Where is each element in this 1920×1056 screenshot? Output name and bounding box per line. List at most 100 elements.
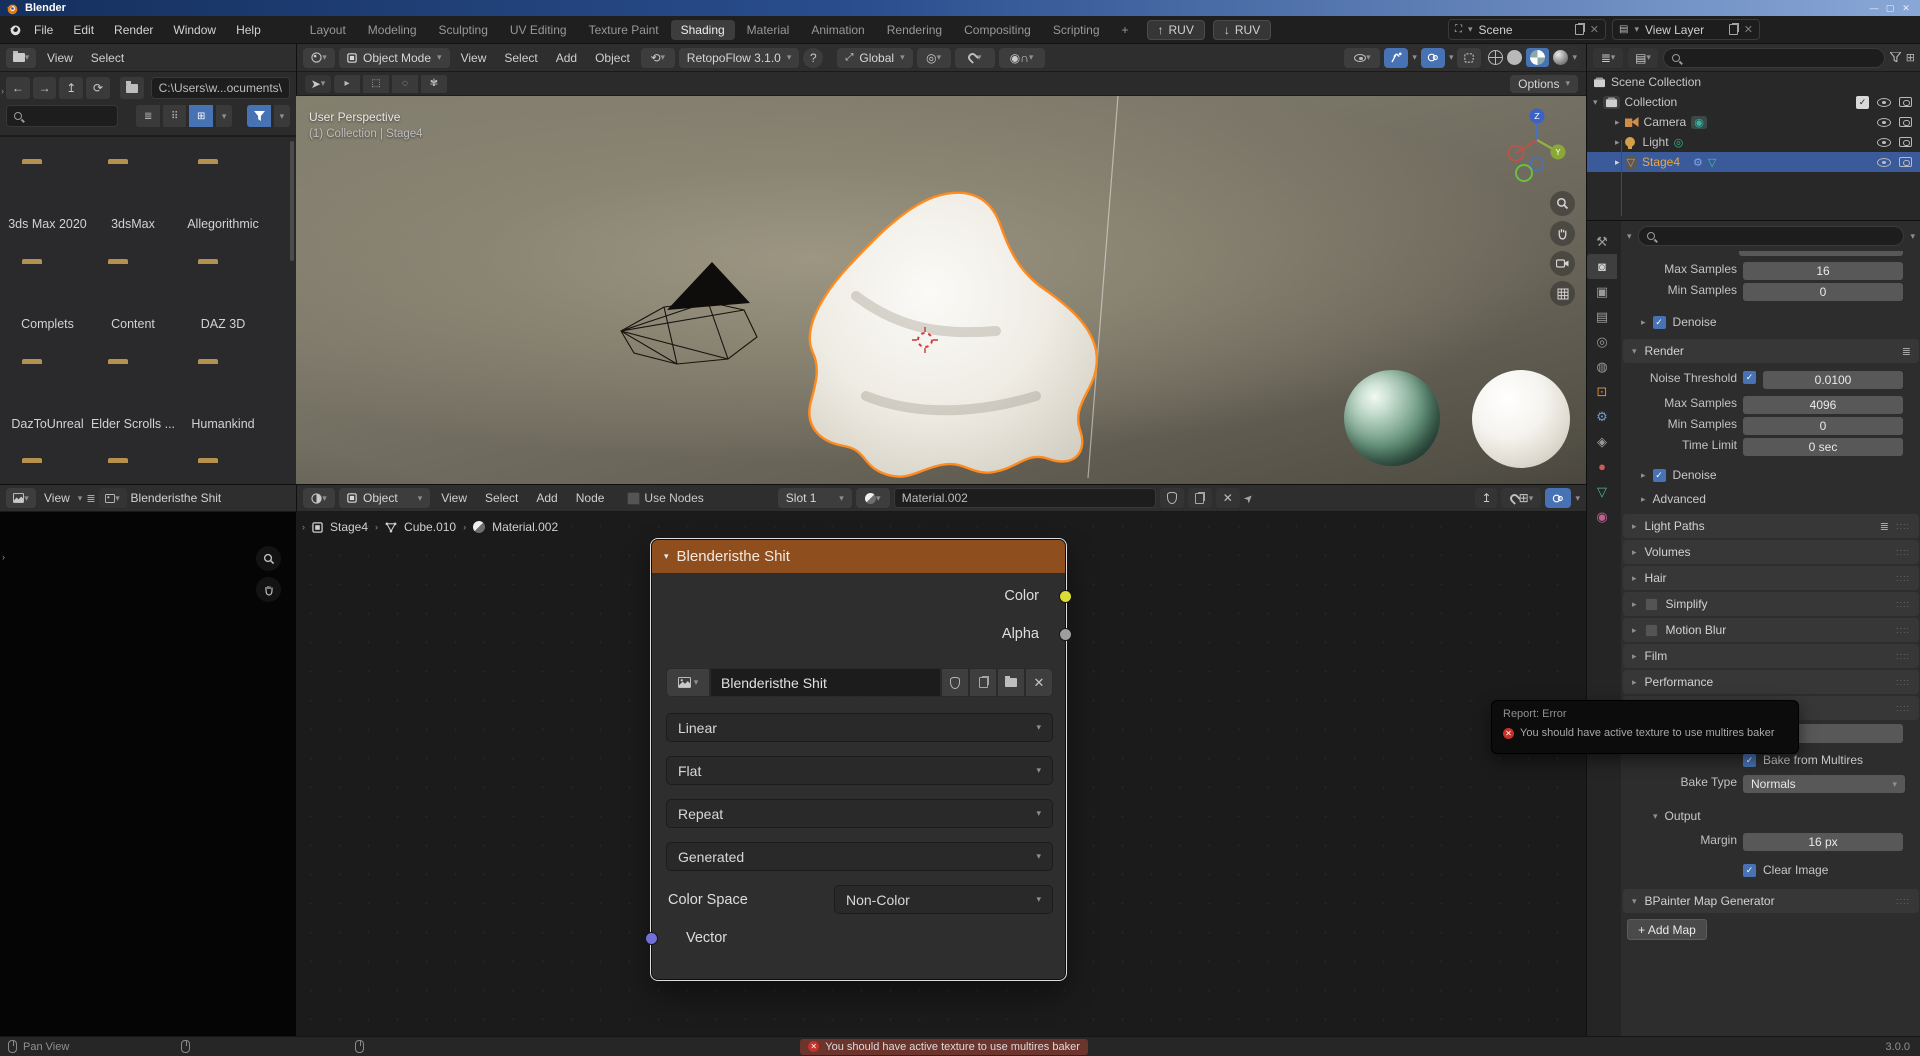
editor-type-outliner-icon[interactable]: ≣ ▾: [1593, 47, 1623, 68]
pyramid-object[interactable]: [667, 262, 750, 310]
editor-type-shader-icon[interactable]: ▾: [303, 488, 335, 508]
properties-options-icon[interactable]: ▾: [1910, 231, 1915, 242]
noise-threshold-field[interactable]: 0.0100: [1763, 371, 1903, 389]
add-map-button[interactable]: + Add Map: [1627, 919, 1707, 940]
editor-type-file-browser-icon[interactable]: ▾: [6, 47, 36, 68]
disclosure-closed-icon[interactable]: ▸: [1615, 117, 1620, 128]
outliner-row-scene-collection[interactable]: Scene Collection: [1587, 72, 1920, 92]
drag-grip-icon[interactable]: ::::: [1896, 651, 1910, 661]
ruv-import-button[interactable]: ↓ RUV: [1212, 19, 1272, 40]
shader-menu-select[interactable]: Select: [478, 489, 525, 507]
tab-render-icon[interactable]: ◙: [1587, 254, 1617, 279]
pin-icon[interactable]: ➤: [1241, 490, 1256, 506]
path-field[interactable]: C:\Users\w...ocuments\: [150, 77, 290, 99]
motion-blur-checkbox[interactable]: [1644, 623, 1658, 637]
file-search-input[interactable]: [6, 105, 118, 127]
node-header[interactable]: ▾ Blenderisthe Shit: [652, 540, 1065, 573]
shader-menu-node[interactable]: Node: [569, 489, 612, 507]
folder-label[interactable]: Content: [88, 317, 178, 331]
folder-label[interactable]: DazToUnreal: [0, 417, 95, 431]
section-options-icon[interactable]: ≣: [1902, 345, 1911, 358]
add-workspace-button[interactable]: +: [1112, 20, 1139, 40]
disable-render-icon[interactable]: [1899, 117, 1912, 127]
navigation-gizmo[interactable]: Z Y: [1507, 108, 1566, 182]
file-browser-menu-view[interactable]: View: [40, 49, 80, 67]
section-options-icon[interactable]: ≣: [1880, 520, 1889, 533]
copy-icon[interactable]: [1574, 24, 1584, 35]
scene-selector[interactable]: ⛶ ▾ Scene ✕: [1448, 19, 1606, 40]
tab-material-icon[interactable]: ◉: [1587, 504, 1617, 529]
disclosure-closed-icon[interactable]: ▸: [1615, 157, 1620, 168]
menu-help[interactable]: Help: [227, 20, 270, 40]
folder-label[interactable]: DAZ 3D: [176, 317, 270, 331]
copy-image-icon[interactable]: [969, 668, 997, 697]
transform-dropdown-icon[interactable]: ⟲ ▾: [640, 47, 675, 68]
unlink-material-icon[interactable]: ✕: [1215, 488, 1240, 508]
folder-label[interactable]: Complets: [0, 317, 95, 331]
bake-type-dropdown[interactable]: Normals ▾: [1743, 775, 1905, 793]
ruv-export-button[interactable]: ↑ RUV: [1146, 19, 1205, 40]
viewport-menu-view[interactable]: View: [454, 49, 494, 67]
render-section-header[interactable]: ▾ Render ≣: [1623, 339, 1919, 363]
pan-gizmo-icon[interactable]: [256, 577, 281, 602]
shading-wireframe-icon[interactable]: [1488, 50, 1504, 65]
bake-from-multires-checkbox[interactable]: [1743, 753, 1756, 767]
open-image-folder-icon[interactable]: [997, 668, 1025, 697]
toggle-xray-icon[interactable]: [1457, 47, 1482, 68]
new-folder-icon[interactable]: [119, 77, 144, 99]
shading-rendered-icon[interactable]: [1553, 50, 1569, 65]
tab-view-layer-icon[interactable]: ▤: [1587, 304, 1617, 329]
tab-physics-icon[interactable]: ●: [1587, 454, 1617, 479]
image-texture-node[interactable]: ▾ Blenderisthe Shit Color Alpha ▾ Blende…: [645, 538, 1072, 981]
drag-grip-icon[interactable]: ::::: [1896, 599, 1910, 609]
refresh-icon[interactable]: ⟳: [86, 77, 110, 99]
disclosure-open-icon[interactable]: ▾: [1593, 97, 1598, 108]
image-selector-icon[interactable]: ▾: [98, 488, 127, 508]
parent-dir-icon[interactable]: ↥: [59, 77, 84, 99]
outliner-search-input[interactable]: [1663, 47, 1885, 68]
help-icon[interactable]: ?: [803, 47, 824, 68]
node-overlays-icon[interactable]: [1545, 488, 1572, 508]
orientation-dropdown[interactable]: ⤢ Global ▾: [837, 47, 913, 68]
tab-layout[interactable]: Layout: [300, 20, 356, 40]
interpolation-dropdown[interactable]: Linear ▾: [666, 713, 1053, 742]
outliner-row-collection[interactable]: ▾ Collection: [1587, 92, 1920, 112]
drag-grip-icon[interactable]: ::::: [1896, 547, 1910, 557]
tab-rendering[interactable]: Rendering: [877, 20, 952, 40]
tab-modifiers-icon[interactable]: ⚙: [1587, 404, 1617, 429]
outliner-display-mode-icon[interactable]: ▤ ▾: [1628, 47, 1658, 68]
folder-label[interactable]: 3dsMax: [88, 217, 178, 231]
shading-solid-icon[interactable]: [1507, 50, 1523, 65]
menu-file[interactable]: File: [25, 20, 62, 40]
min-samples-field[interactable]: 0: [1743, 283, 1903, 301]
extension-dropdown[interactable]: Repeat ▾: [666, 799, 1053, 828]
retopoflow-menu[interactable]: RetopoFlow 3.1.0 ▾: [678, 47, 800, 68]
tab-compositing[interactable]: Compositing: [954, 20, 1041, 40]
editor-type-3d-viewport-icon[interactable]: ▾: [303, 47, 335, 68]
blender-menu-icon[interactable]: [8, 23, 23, 36]
slot-dropdown[interactable]: Slot 1 ▾: [777, 488, 852, 508]
select-circle-icon[interactable]: ◌: [392, 74, 418, 93]
camera-view-gizmo-icon[interactable]: [1550, 251, 1575, 276]
viewport-menu-object[interactable]: Object: [588, 49, 637, 67]
image-editor-menu-view[interactable]: View: [40, 489, 74, 507]
maximize-icon[interactable]: ▢: [1882, 3, 1898, 14]
light-paths-section-header[interactable]: ▸ Light Paths ≣ ::::: [1623, 514, 1919, 538]
folder-label[interactable]: Elder Scrolls ...: [88, 417, 178, 431]
drag-grip-icon[interactable]: ::::: [1896, 677, 1910, 687]
display-size-dropdown[interactable]: ▾: [215, 105, 233, 127]
use-nodes-checkbox[interactable]: [627, 491, 641, 505]
orthographic-gizmo-icon[interactable]: [1550, 281, 1575, 306]
shader-editor-canvas[interactable]: › Stage4 › Cube.010 › Material.002 ▾ Ble…: [296, 512, 1586, 1036]
tab-animation[interactable]: Animation: [801, 20, 874, 40]
active-tool-icon[interactable]: ➤ ▾: [305, 74, 331, 93]
drag-grip-icon[interactable]: ::::: [1896, 896, 1910, 906]
breadcrumb-expand-icon[interactable]: ›: [302, 522, 305, 532]
collapse-node-icon[interactable]: ▾: [664, 551, 669, 562]
breadcrumb-mesh[interactable]: Cube.010: [404, 520, 456, 534]
options-dropdown[interactable]: Options ▾: [1510, 74, 1578, 93]
minimize-icon[interactable]: —: [1866, 3, 1882, 14]
hamburger-icon[interactable]: ≣: [86, 492, 95, 505]
material-name-field[interactable]: Material.002: [893, 488, 1156, 508]
folder-label[interactable]: 3ds Max 2020: [0, 217, 95, 231]
